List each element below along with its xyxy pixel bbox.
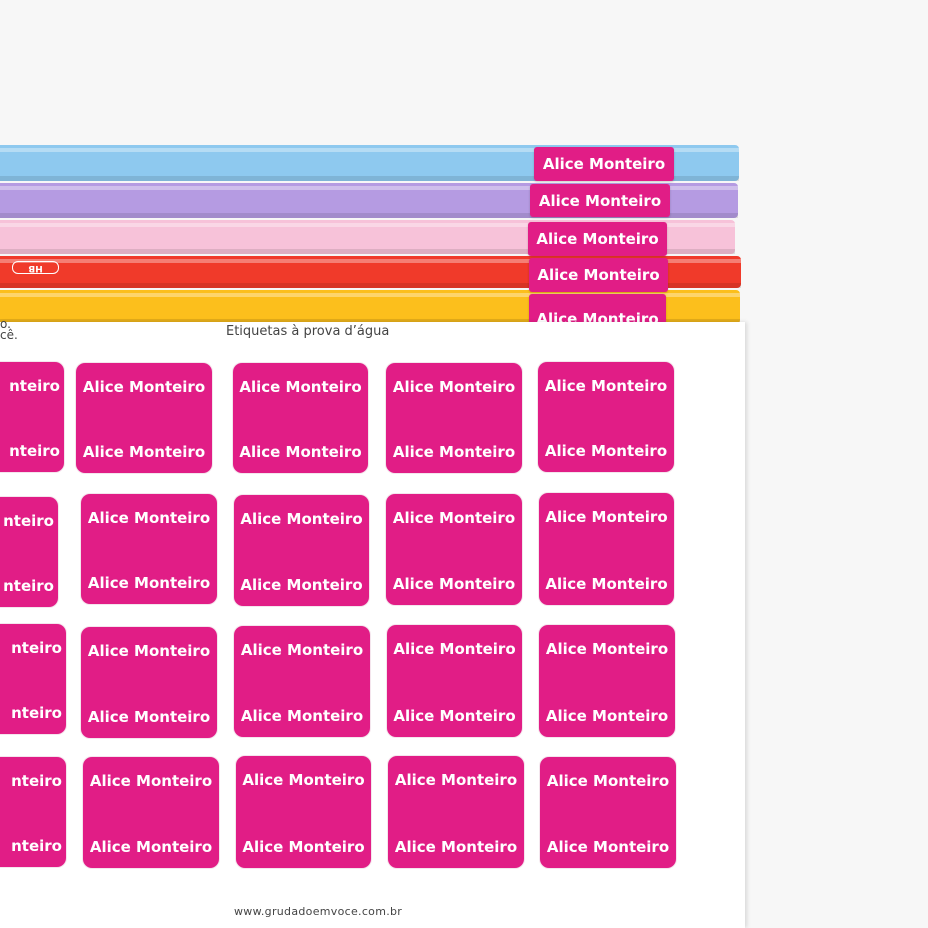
footer-url: www.grudadoemvoce.com.br xyxy=(234,905,403,918)
pencil-label: Alice Monteiro xyxy=(534,147,674,181)
sticker: Alice Monteiro Alice Monteiro xyxy=(539,625,675,737)
pencil-grade-mark: HB xyxy=(12,261,59,274)
sticker: Alice Monteiro Alice Monteiro xyxy=(236,756,371,868)
sticker: Alice Monteiro Alice Monteiro xyxy=(540,757,676,868)
sticker: Alice Monteiro Alice Monteiro xyxy=(388,756,524,868)
sheet-title: Etiquetas à prova d’água xyxy=(226,324,390,339)
pencil-label: Alice Monteiro xyxy=(528,222,667,256)
sticker: Alice Monteiro Alice Monteiro xyxy=(234,626,370,737)
pencil-label: Alice Monteiro xyxy=(530,184,670,217)
pencil-label: Alice Monteiro xyxy=(529,258,668,292)
sheet-cut-text: o. cê. xyxy=(0,317,18,342)
sticker: Alice Monteiro Alice Monteiro xyxy=(76,363,212,473)
sticker: Alice Monteiro Alice Monteiro xyxy=(386,494,522,605)
product-photo: HB Alice Monteiro Alice Monteiro Alice M… xyxy=(0,0,928,928)
sticker: Alice Monteiro Alice Monteiro xyxy=(387,625,522,737)
sticker: Alice Monteiro Alice Monteiro xyxy=(234,495,369,606)
sticker: nteiro nteiro xyxy=(0,497,58,607)
sticker: nteiro nteiro xyxy=(0,757,66,867)
sticker: Alice Monteiro Alice Monteiro xyxy=(386,363,522,473)
sticker: nteiro nteiro xyxy=(0,624,66,734)
sticker: Alice Monteiro Alice Monteiro xyxy=(233,363,368,473)
sticker: Alice Monteiro Alice Monteiro xyxy=(83,757,219,868)
sticker: Alice Monteiro Alice Monteiro xyxy=(81,494,217,604)
sticker: Alice Monteiro Alice Monteiro xyxy=(538,362,674,472)
sticker: Alice Monteiro Alice Monteiro xyxy=(81,627,217,738)
sticker: Alice Monteiro Alice Monteiro xyxy=(539,493,674,605)
pencil-label: Alice Monteiro xyxy=(529,294,666,324)
sticker: nteiro nteiro xyxy=(0,362,64,472)
